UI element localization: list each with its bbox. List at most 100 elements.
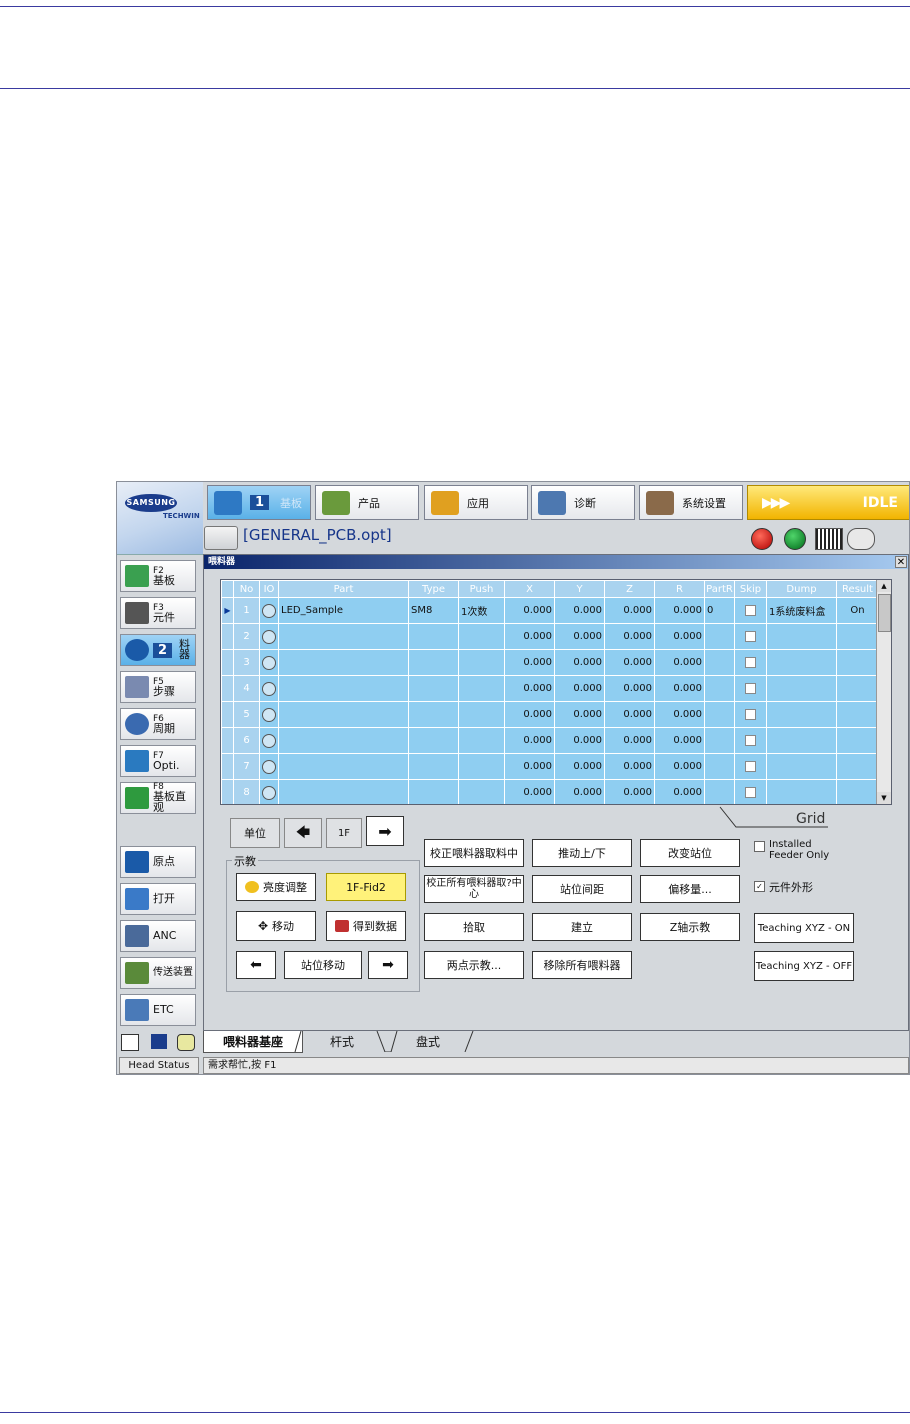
- row-partr[interactable]: [704, 753, 735, 780]
- row-dump[interactable]: [766, 623, 837, 650]
- row-type[interactable]: SM8: [408, 597, 459, 624]
- start-lamp-icon[interactable]: [784, 528, 806, 550]
- row-part[interactable]: [278, 675, 409, 702]
- skip-checkbox[interactable]: [745, 657, 756, 668]
- row-y[interactable]: 0.000: [554, 753, 605, 780]
- part-shape-checkbox[interactable]: ✓ 元件外形: [754, 879, 813, 895]
- row-result[interactable]: [836, 753, 879, 780]
- col-z[interactable]: Z: [604, 580, 655, 598]
- row-result[interactable]: [836, 727, 879, 754]
- file-icon[interactable]: [204, 526, 238, 550]
- row-r[interactable]: 0.000: [654, 727, 705, 754]
- skip-checkbox[interactable]: [745, 787, 756, 798]
- calibrate-center-button[interactable]: 校正喂料器取料中: [424, 839, 524, 867]
- row-push[interactable]: 1次数: [458, 597, 505, 624]
- skip-checkbox[interactable]: [745, 735, 756, 746]
- row-part[interactable]: [278, 623, 409, 650]
- row-result[interactable]: [836, 701, 879, 728]
- row-type[interactable]: [408, 675, 459, 702]
- col-x[interactable]: X: [504, 580, 555, 598]
- nav-opti[interactable]: F7 Opti.: [120, 745, 196, 777]
- teaching-on-button[interactable]: Teaching XYZ - ON: [754, 913, 854, 943]
- create-button[interactable]: 建立: [532, 913, 632, 941]
- row-part[interactable]: [278, 753, 409, 780]
- row-z[interactable]: 0.000: [604, 779, 655, 804]
- row-push[interactable]: [458, 675, 505, 702]
- row-x[interactable]: 0.000: [504, 597, 555, 624]
- row-z[interactable]: 0.000: [604, 727, 655, 754]
- row-dump[interactable]: [766, 675, 837, 702]
- get-data-button[interactable]: 得到数据: [326, 911, 406, 941]
- row-type[interactable]: [408, 649, 459, 676]
- row-part[interactable]: [278, 779, 409, 804]
- scroll-up-icon[interactable]: ▲: [877, 580, 891, 592]
- row-z[interactable]: 0.000: [604, 701, 655, 728]
- row-type[interactable]: [408, 753, 459, 780]
- table-row[interactable]: 5 0.000 0.000 0.000 0.000: [221, 701, 879, 728]
- row-dump[interactable]: [766, 701, 837, 728]
- check-icon[interactable]: ✓: [754, 881, 765, 892]
- two-point-teach-button[interactable]: 两点示教...: [424, 951, 524, 979]
- anc-button[interactable]: ANC: [120, 920, 196, 952]
- remove-all-button[interactable]: 移除所有喂料器: [532, 951, 632, 979]
- barcode-icon[interactable]: [815, 528, 843, 550]
- station-pitch-button[interactable]: 站位间距: [532, 875, 632, 903]
- col-dump[interactable]: Dump: [766, 580, 837, 598]
- row-part[interactable]: [278, 701, 409, 728]
- menu-diagnosis[interactable]: 诊断: [531, 485, 635, 520]
- row-y[interactable]: 0.000: [554, 701, 605, 728]
- row-x[interactable]: 0.000: [504, 649, 555, 676]
- row-dump[interactable]: [766, 727, 837, 754]
- push-updown-button[interactable]: 推动上/下: [532, 839, 632, 867]
- col-no[interactable]: No: [233, 580, 260, 598]
- nav-board[interactable]: F2 基板: [120, 560, 196, 592]
- row-result[interactable]: On: [836, 597, 879, 624]
- prev-feeder-button[interactable]: 🡄: [284, 818, 322, 848]
- save-icon[interactable]: [151, 1034, 167, 1049]
- teaching-off-button[interactable]: Teaching XYZ - OFF: [754, 951, 854, 981]
- col-y[interactable]: Y: [554, 580, 605, 598]
- row-r[interactable]: 0.000: [654, 597, 705, 624]
- row-x[interactable]: 0.000: [504, 623, 555, 650]
- row-partr[interactable]: [704, 701, 735, 728]
- row-push[interactable]: [458, 649, 505, 676]
- station-next-button[interactable]: ➡: [368, 951, 408, 979]
- move-button[interactable]: ✥ 移动: [236, 911, 316, 941]
- row-y[interactable]: 0.000: [554, 597, 605, 624]
- table-row[interactable]: 3 0.000 0.000 0.000 0.000: [221, 649, 879, 676]
- row-type[interactable]: [408, 701, 459, 728]
- row-push[interactable]: [458, 779, 505, 804]
- row-partr[interactable]: 0: [704, 597, 735, 624]
- scroll-down-icon[interactable]: ▼: [877, 792, 891, 804]
- row-partr[interactable]: [704, 649, 735, 676]
- menu-product[interactable]: 产品: [315, 485, 419, 520]
- col-result[interactable]: Result: [836, 580, 879, 598]
- next-feeder-button[interactable]: ➡: [366, 816, 404, 846]
- table-row[interactable]: 4 0.000 0.000 0.000 0.000: [221, 675, 879, 702]
- calibrate-all-button[interactable]: 校正所有喂料器取?中心: [424, 875, 524, 903]
- col-part[interactable]: Part: [278, 580, 409, 598]
- row-r[interactable]: 0.000: [654, 675, 705, 702]
- row-dump[interactable]: [766, 753, 837, 780]
- installed-only-checkbox[interactable]: Installed Feeder Only: [754, 839, 834, 861]
- row-r[interactable]: 0.000: [654, 779, 705, 804]
- station-prev-button[interactable]: ⬅: [236, 951, 276, 979]
- skip-checkbox[interactable]: [745, 605, 756, 616]
- row-x[interactable]: 0.000: [504, 675, 555, 702]
- head-status[interactable]: Head Status: [119, 1057, 199, 1074]
- grid-scrollbar[interactable]: ▲ ▼: [876, 580, 891, 804]
- skip-checkbox[interactable]: [745, 709, 756, 720]
- row-type[interactable]: [408, 779, 459, 804]
- row-partr[interactable]: [704, 727, 735, 754]
- table-row[interactable]: 7 0.000 0.000 0.000 0.000: [221, 753, 879, 780]
- row-dump[interactable]: [766, 649, 837, 676]
- row-z[interactable]: 0.000: [604, 675, 655, 702]
- row-z[interactable]: 0.000: [604, 623, 655, 650]
- row-x[interactable]: 0.000: [504, 779, 555, 804]
- menu-apply[interactable]: 应用: [424, 485, 528, 520]
- col-skip[interactable]: Skip: [734, 580, 767, 598]
- close-icon[interactable]: ✕: [895, 556, 907, 568]
- row-type[interactable]: [408, 623, 459, 650]
- row-part[interactable]: LED_Sample: [278, 597, 409, 624]
- table-row[interactable]: 6 0.000 0.000 0.000 0.000: [221, 727, 879, 754]
